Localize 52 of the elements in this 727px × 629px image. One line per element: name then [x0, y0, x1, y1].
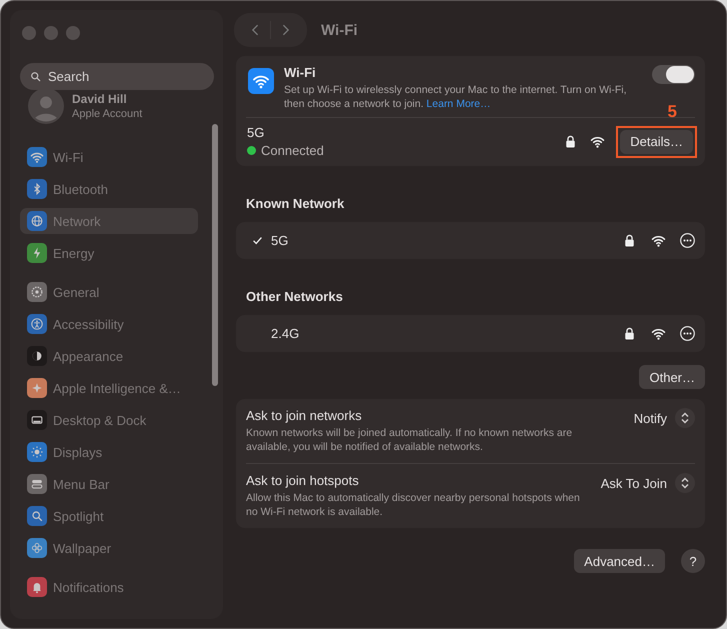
- search-field[interactable]: Search: [20, 63, 214, 90]
- chevron-up-down-icon: [675, 473, 695, 493]
- learn-more-link[interactable]: Learn More…: [426, 98, 491, 110]
- section-title: Wi-Fi: [284, 65, 317, 80]
- help-button[interactable]: ?: [681, 549, 705, 573]
- setting-title: Ask to join hotspots: [246, 473, 360, 488]
- search-icon: [28, 69, 43, 84]
- more-icon: [679, 325, 696, 342]
- sidebar-item[interactable]: General: [20, 279, 198, 305]
- sidebar-item[interactable]: Displays: [20, 439, 198, 465]
- scrollbar-thumb[interactable]: [212, 124, 218, 386]
- wifi-toggle[interactable]: [652, 65, 695, 84]
- network-row[interactable]: 5G: [236, 222, 705, 259]
- section-heading: Known Network: [246, 196, 346, 211]
- setting-description: Allow this Mac to automatically discover nearby personal hotspots when no Wi-Fi network is available.: [246, 491, 581, 519]
- sidebar-item[interactable]: Bluetooth: [20, 176, 198, 202]
- advanced-button[interactable]: Advanced…: [574, 549, 665, 573]
- description-text: Set up Wi-Fi to wirelessly connect your Mac to the internet. Turn on Wi-Fi, then choose a network to join. Learn More…: [284, 83, 628, 111]
- setting-title: Ask to join networks: [246, 408, 363, 423]
- account-name: David Hill: [72, 92, 128, 106]
- status-text: Connected: [261, 143, 324, 158]
- network-name: 5G: [247, 125, 266, 140]
- details-button[interactable]: Details…: [620, 130, 693, 154]
- sidebar-item[interactable]: Spotlight: [20, 503, 198, 529]
- window-title: Wi-Fi: [321, 22, 358, 38]
- window-control[interactable]: [22, 26, 36, 40]
- popup-button[interactable]: Ask To Join: [600, 473, 695, 493]
- avatar-icon: [28, 88, 64, 124]
- navigation-buttons[interactable]: [234, 13, 307, 47]
- window-control[interactable]: [44, 26, 58, 40]
- sidebar-item[interactable]: Menu Bar: [20, 471, 198, 497]
- account-subtitle: Apple Account: [72, 108, 142, 120]
- popup-button[interactable]: Notify: [634, 408, 695, 428]
- network-row[interactable]: 2.4G: [236, 315, 705, 352]
- section-heading: Other Networks: [246, 289, 344, 304]
- setting-description: Known networks will be joined automatically. If no known networks are available, you will be notified of available networks.: [246, 426, 574, 454]
- sidebar-item[interactable]: Energy: [20, 240, 198, 266]
- sidebar-item[interactable]: Notifications: [20, 574, 198, 600]
- window-control[interactable]: [66, 26, 80, 40]
- sidebar-item[interactable]: Wallpaper: [20, 535, 198, 561]
- wifi-icon: [248, 68, 274, 94]
- sidebar-item[interactable]: Network: [20, 208, 198, 234]
- chevron-up-down-icon: [675, 408, 695, 428]
- annotation-number: 5: [668, 102, 677, 122]
- sidebar-item[interactable]: Wi-Fi: [20, 144, 198, 170]
- other-button[interactable]: Other…: [639, 365, 705, 389]
- sidebar-item[interactable]: Desktop & Dock: [20, 407, 198, 433]
- status-dot: [247, 146, 256, 155]
- sidebar-item[interactable]: Appearance: [20, 343, 198, 369]
- more-icon: [679, 232, 696, 249]
- sidebar-item[interactable]: Accessibility: [20, 311, 198, 337]
- sidebar-item[interactable]: Apple Intelligence &…: [20, 375, 198, 401]
